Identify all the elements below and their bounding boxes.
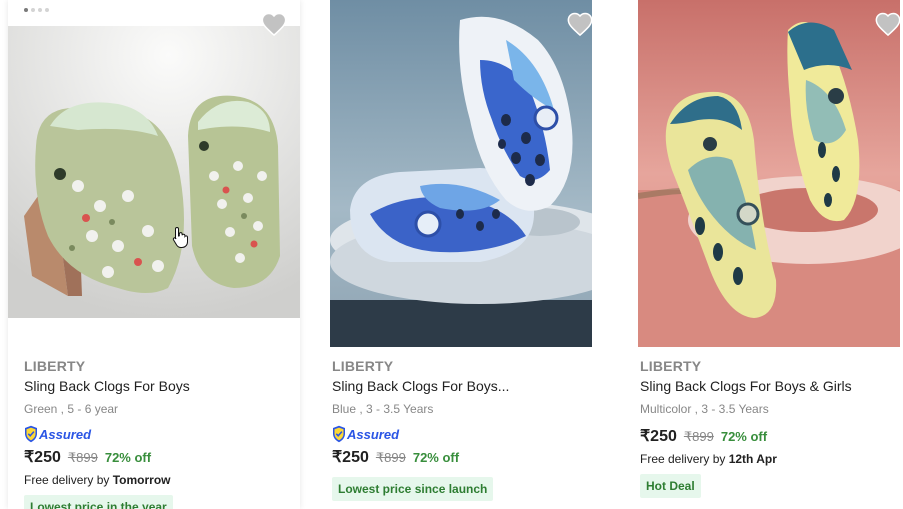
- product-image[interactable]: [8, 26, 300, 318]
- assured-label: Assured: [347, 426, 400, 442]
- assured-label: Assured: [39, 426, 92, 442]
- product-variant: Blue , 3 - 3.5 Years: [332, 402, 434, 416]
- delivery-date: 12th Apr: [728, 452, 777, 466]
- price-row: ₹250 ₹899 72% off: [24, 447, 292, 469]
- assured-badge: Assured: [24, 424, 292, 444]
- deal-tag: Lowest price since launch: [332, 477, 494, 501]
- selling-price: ₹250: [640, 428, 677, 445]
- discount-percent: 72% off: [720, 429, 768, 444]
- product-image[interactable]: [638, 0, 900, 347]
- product-title[interactable]: Sling Back Clogs For Boys...: [332, 378, 584, 398]
- deal-tag: Hot Deal: [640, 474, 701, 498]
- brand-name: LIBERTY: [640, 358, 702, 374]
- hand-pointer-icon: [172, 226, 188, 248]
- assured-badge: Assured: [332, 424, 584, 444]
- brand-name: LIBERTY: [332, 358, 394, 374]
- discount-percent: 72% off: [412, 450, 460, 465]
- carousel-dot[interactable]: [38, 8, 42, 12]
- product-image[interactable]: [330, 0, 592, 347]
- delivery-prefix: Free delivery by: [24, 473, 113, 487]
- original-price: ₹899: [375, 450, 406, 465]
- selling-price: ₹250: [332, 449, 369, 466]
- product-info[interactable]: LIBERTY Sling Back Clogs For Boys... Blu…: [332, 358, 584, 501]
- product-grid: LIBERTY Sling Back Clogs For Boys Green …: [0, 0, 903, 509]
- discount-percent: 72% off: [104, 450, 152, 465]
- delivery-date: Tomorrow: [112, 473, 171, 487]
- product-card[interactable]: LIBERTY Sling Back Clogs For Boys & Girl…: [638, 0, 902, 509]
- original-price: ₹899: [67, 450, 98, 465]
- product-card[interactable]: LIBERTY Sling Back Clogs For Boys... Blu…: [330, 0, 594, 509]
- price-row: ₹250 ₹899 72% off: [332, 447, 584, 469]
- shield-icon: [25, 425, 37, 443]
- selling-price: ₹250: [24, 449, 61, 466]
- product-info[interactable]: LIBERTY Sling Back Clogs For Boys Green …: [24, 358, 292, 509]
- carousel-dot[interactable]: [45, 8, 49, 12]
- product-variant: Green , 5 - 6 year: [24, 402, 119, 416]
- delivery-prefix: Free delivery by: [640, 452, 729, 466]
- heart-icon[interactable]: [566, 10, 594, 38]
- shield-icon: [333, 425, 345, 443]
- product-variant: Multicolor , 3 - 3.5 Years: [640, 402, 769, 416]
- product-title[interactable]: Sling Back Clogs For Boys & Girls: [640, 378, 892, 398]
- carousel-dot[interactable]: [31, 8, 35, 12]
- original-price: ₹899: [683, 429, 714, 444]
- product-info[interactable]: LIBERTY Sling Back Clogs For Boys & Girl…: [640, 358, 892, 498]
- price-row: ₹250 ₹899 72% off: [640, 426, 892, 448]
- heart-icon[interactable]: [260, 10, 288, 38]
- heart-icon[interactable]: [874, 10, 902, 38]
- brand-name: LIBERTY: [24, 358, 86, 374]
- delivery-info: Free delivery by Tomorrow: [24, 473, 292, 487]
- product-card[interactable]: LIBERTY Sling Back Clogs For Boys Green …: [8, 0, 300, 509]
- delivery-info: Free delivery by 12th Apr: [640, 452, 892, 466]
- product-title[interactable]: Sling Back Clogs For Boys: [24, 378, 292, 398]
- deal-tag: Lowest price in the year: [24, 495, 173, 509]
- carousel-dot[interactable]: [24, 8, 28, 12]
- image-carousel-dots[interactable]: [24, 8, 49, 12]
